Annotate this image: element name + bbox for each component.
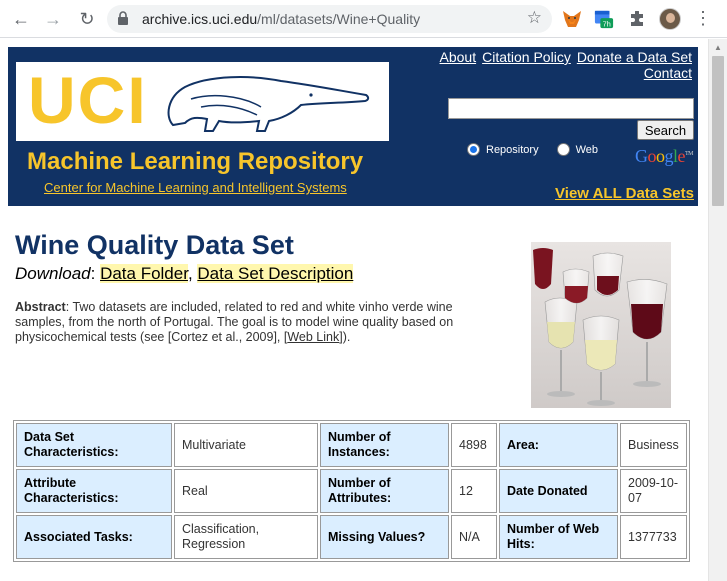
page-viewport: UCI Machine Learning Repository Center f… (0, 39, 708, 581)
extension-calendar-icon[interactable]: 7h (594, 9, 614, 29)
table-value: 1377733 (620, 515, 687, 559)
scroll-up-icon[interactable]: ▲ (709, 39, 727, 55)
table-label: Area: (499, 423, 618, 467)
anteater-logo-icon (167, 76, 370, 132)
table-label: Number of Instances: (320, 423, 449, 467)
search-input[interactable] (448, 98, 694, 119)
table-row: Data Set Characteristics: Multivariate N… (16, 423, 687, 467)
table-value: 4898 (451, 423, 497, 467)
donate-link[interactable]: Donate a Data Set (577, 49, 692, 65)
bookmark-star-icon[interactable]: ☆ (527, 8, 542, 28)
table-value: Classification, Regression (174, 515, 318, 559)
lock-icon (118, 11, 128, 25)
radio-web-label: Web (575, 143, 598, 156)
table-value: Real (174, 469, 318, 513)
google-logo: GoogleTM (635, 146, 694, 166)
back-icon[interactable]: ← (9, 7, 33, 31)
wine-glasses-image (531, 242, 671, 408)
reload-icon[interactable]: ↻ (75, 7, 99, 31)
profile-avatar[interactable] (659, 8, 681, 30)
abstract-text: Abstract: Two datasets are included, rel… (15, 300, 454, 344)
scrollbar-thumb[interactable] (712, 56, 724, 206)
browser-toolbar: ← → ↻ archive.ics.uci.edu/ml/datasets/Wi… (0, 0, 727, 38)
table-label: Data Set Characteristics: (16, 423, 172, 467)
contact-link[interactable]: Contact (644, 65, 692, 81)
table-label: Date Donated (499, 469, 618, 513)
uci-logo-text: UCI (28, 63, 148, 137)
table-value: N/A (451, 515, 497, 559)
table-label: Number of Web Hits: (499, 515, 618, 559)
repository-title: Machine Learning Repository (27, 148, 364, 175)
table-value: Business (620, 423, 687, 467)
citation-policy-link[interactable]: Citation Policy (482, 49, 571, 65)
dataset-description-link[interactable]: Data Set Description (197, 264, 354, 283)
address-bar[interactable]: archive.ics.uci.edu/ml/datasets/Wine+Qua… (107, 5, 552, 33)
forward-icon[interactable]: → (41, 7, 65, 31)
table-label: Associated Tasks: (16, 515, 172, 559)
page-title: Wine Quality Data Set (15, 230, 294, 260)
download-label: Download (15, 264, 91, 283)
vertical-scrollbar[interactable]: ▲ (708, 39, 727, 581)
web-link[interactable]: Web Link (287, 330, 339, 344)
search-button[interactable]: Search (637, 120, 694, 140)
top-links: About Citation Policy Donate a Data Set Co… (434, 49, 692, 81)
table-label: Missing Values? (320, 515, 449, 559)
table-label: Attribute Characteristics: (16, 469, 172, 513)
search-scope: Repository Web (467, 143, 598, 156)
table-value: 12 (451, 469, 497, 513)
table-row: Associated Tasks: Classification, Regres… (16, 515, 687, 559)
svg-text:7h: 7h (603, 19, 611, 28)
url-text[interactable]: archive.ics.uci.edu/ml/datasets/Wine+Qua… (142, 11, 420, 27)
table-row: Attribute Characteristics: Real Number o… (16, 469, 687, 513)
abstract-label: Abstract (15, 300, 66, 314)
about-link[interactable]: About (440, 49, 477, 65)
table-value: 2009-10-07 (620, 469, 687, 513)
table-label: Number of Attributes: (320, 469, 449, 513)
radio-web[interactable] (556, 143, 570, 156)
browser-menu-icon[interactable]: ⋮ (694, 9, 712, 27)
table-value: Multivariate (174, 423, 318, 467)
site-header: UCI Machine Learning Repository Center f… (8, 47, 698, 206)
extensions-puzzle-icon[interactable] (627, 9, 647, 29)
download-line: Download: Data Folder, Data Set Descript… (15, 264, 354, 283)
dataset-info-table: Data Set Characteristics: Multivariate N… (13, 420, 690, 562)
data-folder-link[interactable]: Data Folder (100, 264, 188, 283)
view-all-datasets-link[interactable]: View ALL Data Sets (555, 185, 694, 202)
metamask-fox-icon[interactable] (562, 9, 582, 29)
radio-repository-label: Repository (486, 143, 539, 156)
radio-repository[interactable] (467, 143, 480, 156)
uci-logo[interactable]: UCI (16, 62, 389, 141)
center-link[interactable]: Center for Machine Learning and Intellig… (44, 180, 347, 195)
